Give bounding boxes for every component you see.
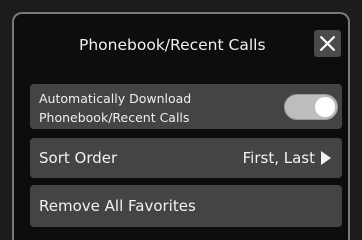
auto-download-row[interactable]: Automatically Download Phonebook/Recent … (30, 84, 342, 129)
sort-order-label: Sort Order (39, 149, 118, 167)
sort-order-row[interactable]: Sort Order First, Last (30, 138, 342, 178)
sort-order-value: First, Last (242, 149, 315, 167)
auto-download-toggle[interactable] (284, 94, 338, 120)
close-button[interactable] (314, 30, 341, 57)
remove-all-favorites-label: Remove All Favorites (39, 197, 196, 215)
auto-download-label: Automatically Download Phonebook/Recent … (39, 91, 192, 125)
chevron-right-icon (321, 151, 331, 165)
close-icon (319, 35, 336, 52)
sort-order-value-group: First, Last (243, 149, 331, 167)
remove-all-favorites-button[interactable]: Remove All Favorites (30, 185, 342, 227)
page-title: Phonebook/Recent Calls (79, 36, 266, 54)
toggle-knob (315, 97, 335, 117)
